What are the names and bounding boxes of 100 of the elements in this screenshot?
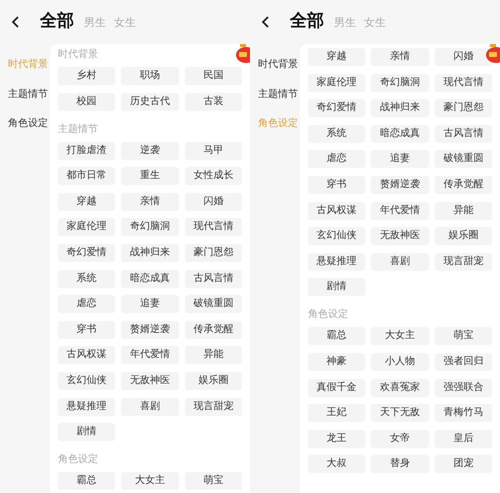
tag-chip[interactable]: 娱乐圈 [434,227,492,246]
tag-chip[interactable]: 娱乐圈 [184,372,242,390]
tag-chip[interactable]: 虐恋 [58,295,116,314]
tag-chip[interactable]: 家庭伦理 [58,218,116,236]
tag-chip[interactable]: 豪门恩怨 [184,244,242,262]
tag-chip[interactable]: 青梅竹马 [434,404,492,422]
tag-chip[interactable]: 萌宝 [184,472,242,490]
tag-chip[interactable]: 异能 [184,346,242,364]
tag-chip[interactable]: 家庭伦理 [308,74,366,92]
tag-chip[interactable]: 亲情 [371,48,429,66]
tag-chip[interactable]: 逆袭 [121,142,179,160]
tag-chip[interactable]: 异能 [434,202,492,220]
tag-chip[interactable]: 亲情 [121,192,179,211]
tag-chip[interactable]: 现代言情 [434,74,492,92]
tag-chip[interactable]: 都市日常 [58,167,116,186]
tag-chip[interactable]: 破镜重圆 [434,150,492,168]
tag-chip[interactable]: 现言甜宠 [434,252,492,271]
tag-chip[interactable]: 闪婚 [184,192,242,211]
tag-chip[interactable]: 民国 [184,67,242,85]
tag-chip[interactable]: 暗恋成真 [121,270,179,288]
tag-chip[interactable]: 喜剧 [371,252,429,271]
tag-chip[interactable]: 豪门恩怨 [434,99,492,118]
tag-chip[interactable]: 古风权谋 [58,346,116,364]
tag-chip[interactable]: 战神归来 [121,244,179,262]
tag-chip[interactable]: 古风言情 [434,124,492,143]
tag-chip[interactable]: 现代言情 [184,218,242,236]
tag-chip[interactable]: 无敌神医 [371,227,429,246]
section-title: 角色设定 [308,308,349,322]
tag-chip[interactable]: 龙王 [308,430,366,448]
tag-chip[interactable]: 穿书 [58,320,116,339]
tag-chip[interactable]: 年代爱情 [121,346,179,364]
tag-chip[interactable]: 女帝 [371,430,429,448]
section-title: 角色设定 [58,453,99,468]
tag-chip[interactable]: 年代爱情 [371,202,429,220]
tag-chip[interactable]: 奇幻爱情 [308,99,366,118]
tag-chip[interactable]: 系统 [308,124,366,143]
tag-chip[interactable]: 喜剧 [121,398,179,416]
tag-chip[interactable]: 萌宝 [434,327,492,346]
tag-chip[interactable]: 大女主 [121,472,179,490]
tag-chip[interactable]: 追妻 [121,295,179,314]
tag-chip[interactable]: 强者回归 [434,352,492,371]
tag-chip[interactable]: 重生 [121,167,179,186]
section-title: 时代背景 [58,48,99,62]
tag-chip[interactable]: 传承觉醒 [434,176,492,194]
tag-chip[interactable]: 团宠 [434,455,492,474]
tag-chip[interactable]: 玄幻仙侠 [308,227,366,246]
tag-chip[interactable]: 古风权谋 [308,202,366,220]
tag-chip[interactable]: 悬疑推理 [308,252,366,271]
section-title: 主题情节 [58,122,99,137]
lantern-icon[interactable] [486,44,500,64]
tag-chip[interactable]: 破镜重圆 [184,295,242,314]
sidebar-item[interactable]: 角色设定 [0,109,50,138]
sidebar-item[interactable]: 主题情节 [250,80,300,109]
tag-chip[interactable]: 奇幻爱情 [58,244,116,262]
tag-chip[interactable]: 替身 [371,455,429,474]
tag-chip[interactable]: 大叔 [308,455,366,474]
tag-chip[interactable]: 霸总 [308,327,366,346]
tag-chip[interactable]: 闪婚 [434,48,492,66]
tag-chip[interactable]: 穿书 [308,176,366,194]
tag-chip[interactable]: 系统 [58,270,116,288]
tag-chip[interactable]: 乡村 [58,67,116,85]
tag-chip[interactable]: 真假千金 [308,378,366,397]
tag-chip[interactable]: 大女主 [371,327,429,346]
tag-chip[interactable]: 神豪 [308,352,366,371]
tag-chip[interactable]: 玄幻仙侠 [58,372,116,390]
tag-chip[interactable]: 奇幻脑洞 [371,74,429,92]
tag-chip[interactable]: 皇后 [434,430,492,448]
tag-chip[interactable]: 古装 [184,92,242,111]
tag-chip[interactable]: 赘婿逆袭 [121,320,179,339]
tag-chip[interactable]: 欢喜冤家 [371,378,429,397]
tag-chip[interactable]: 现言甜宠 [184,398,242,416]
tag-chip[interactable]: 奇幻脑洞 [121,218,179,236]
tag-chip[interactable]: 打脸虐渣 [58,142,116,160]
tag-chip[interactable]: 古风言情 [184,270,242,288]
tag-chip[interactable]: 女性成长 [184,167,242,186]
tag-chip[interactable]: 历史古代 [121,92,179,111]
tag-chip[interactable]: 校园 [58,92,116,111]
sidebar-item[interactable]: 时代背景 [250,50,300,80]
tag-chip[interactable]: 强强联合 [434,378,492,397]
tag-chip[interactable]: 追妻 [371,150,429,168]
tag-chip[interactable]: 穿越 [308,48,366,66]
tag-chip[interactable]: 悬疑推理 [58,398,116,416]
tag-chip[interactable]: 王妃 [308,404,366,422]
tag-chip[interactable]: 赘婿逆袭 [371,176,429,194]
category-tab[interactable]: 全部 [40,9,74,35]
tag-chip[interactable]: 传承觉醒 [184,320,242,339]
category-tab[interactable]: 全部 [290,9,324,35]
tag-chip[interactable]: 马甲 [184,142,242,160]
tag-chip[interactable]: 剧情 [58,423,116,442]
tag-chip[interactable]: 无敌神医 [121,372,179,390]
tag-chip[interactable]: 穿越 [58,192,116,211]
tag-chip[interactable]: 职场 [121,67,179,85]
tag-chip[interactable]: 虐恋 [308,150,366,168]
tag-chip[interactable]: 暗恋成真 [371,124,429,143]
tag-chip[interactable]: 剧情 [308,278,366,296]
tag-chip[interactable]: 小人物 [371,352,429,371]
sidebar-item[interactable]: 主题情节 [0,80,50,109]
tag-chip[interactable]: 天下无敌 [371,404,429,422]
tag-chip[interactable]: 战神归来 [371,99,429,118]
tag-chip[interactable]: 霸总 [58,472,116,490]
